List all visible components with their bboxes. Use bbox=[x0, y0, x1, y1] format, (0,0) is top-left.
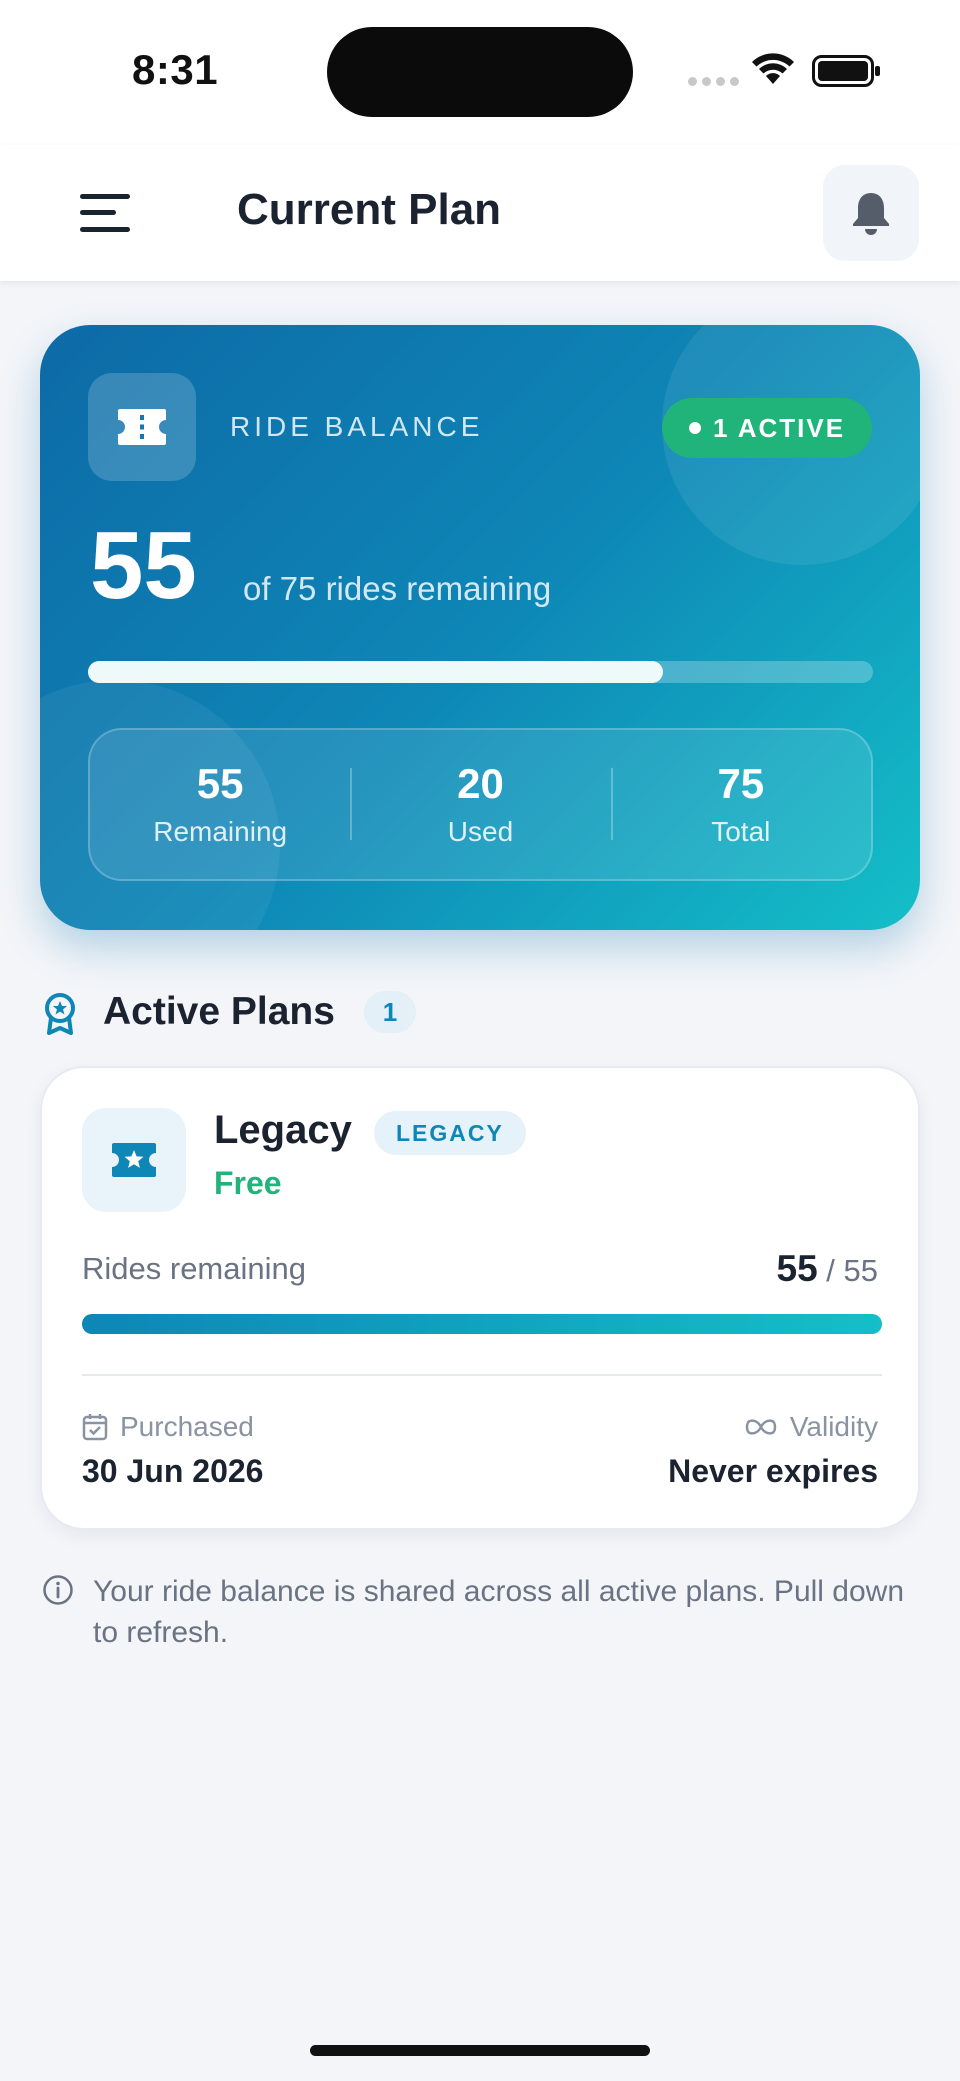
stat-used: 20 Used bbox=[350, 730, 610, 879]
rides-total-value: / 55 bbox=[826, 1253, 878, 1288]
active-plans-title: Active Plans bbox=[103, 990, 335, 1033]
stat-remaining: 55 Remaining bbox=[90, 730, 350, 879]
stat-total: 75 Total bbox=[610, 730, 871, 879]
plan-card[interactable]: Legacy LEGACY Free Rides remaining 55 / … bbox=[40, 1066, 920, 1530]
active-badge-label: 1 ACTIVE bbox=[712, 412, 846, 443]
stat-label: Remaining bbox=[153, 815, 288, 847]
purchased-label: Purchased bbox=[82, 1411, 254, 1443]
ride-stats: 55 Remaining 20 Used 75 Total bbox=[88, 728, 873, 881]
purchased-date: 30 Jun 2026 bbox=[82, 1453, 264, 1489]
home-indicator[interactable] bbox=[310, 2045, 650, 2056]
ticket-icon bbox=[118, 409, 166, 445]
menu-icon-line bbox=[80, 210, 116, 215]
rides-remaining-label: Rides remaining bbox=[82, 1251, 306, 1286]
menu-icon-line bbox=[80, 194, 130, 199]
stat-value: 20 bbox=[457, 760, 504, 808]
ride-balance-label: RIDE BALANCE bbox=[230, 411, 484, 442]
stat-label: Total bbox=[711, 815, 771, 847]
wifi-icon bbox=[752, 53, 794, 84]
status-time: 8:31 bbox=[132, 46, 219, 93]
rides-remaining-text: of 75 rides remaining bbox=[243, 570, 552, 607]
info-note: Your ride balance is shared across all a… bbox=[93, 1575, 905, 1649]
balance-progress-bar bbox=[88, 661, 873, 683]
validity-label: Validity bbox=[744, 1411, 878, 1443]
divider bbox=[82, 1374, 882, 1376]
purchased-label-text: Purchased bbox=[120, 1411, 254, 1442]
ride-balance-card: RIDE BALANCE 1 ACTIVE 55 of 75 rides rem… bbox=[40, 325, 920, 930]
plan-type-tag: LEGACY bbox=[374, 1111, 526, 1155]
dynamic-island bbox=[327, 27, 633, 117]
balance-progress-fill bbox=[88, 661, 664, 683]
info-icon bbox=[43, 1575, 73, 1605]
stat-value: 75 bbox=[717, 760, 765, 808]
ticket-icon-box bbox=[88, 373, 196, 481]
battery-icon bbox=[812, 55, 880, 87]
plan-progress-fill bbox=[82, 1314, 882, 1334]
plan-price: Free bbox=[214, 1165, 282, 1201]
rides-remaining-value: 55 bbox=[776, 1248, 818, 1289]
app-header: Current Plan bbox=[0, 145, 960, 281]
notifications-button[interactable] bbox=[823, 165, 919, 261]
infinity-icon bbox=[745, 1419, 777, 1435]
active-dot-icon bbox=[688, 422, 701, 434]
rides-remaining-number: 55 bbox=[90, 512, 197, 619]
plan-icon-box bbox=[82, 1108, 186, 1212]
page-title: Current Plan bbox=[237, 185, 502, 234]
cellular-signal-icon bbox=[688, 77, 739, 86]
menu-button[interactable] bbox=[80, 192, 130, 234]
star-ticket-icon bbox=[112, 1143, 156, 1177]
validity-value: Never expires bbox=[668, 1453, 878, 1489]
stat-label: Used bbox=[447, 815, 514, 847]
calendar-check-icon bbox=[82, 1414, 108, 1441]
active-plans-count-badge: 1 bbox=[364, 991, 416, 1033]
rides-remaining-count: 55 / 55 bbox=[777, 1248, 879, 1290]
status-bar: 8:31 bbox=[0, 0, 960, 145]
stat-value: 55 bbox=[196, 760, 244, 808]
menu-icon-line bbox=[80, 227, 130, 232]
award-icon bbox=[45, 993, 75, 1035]
plan-name: Legacy bbox=[214, 1108, 352, 1152]
validity-label-text: Validity bbox=[789, 1411, 878, 1442]
bell-icon bbox=[853, 193, 889, 235]
plan-progress-bar bbox=[82, 1314, 882, 1334]
active-status-badge: 1 ACTIVE bbox=[662, 398, 872, 458]
